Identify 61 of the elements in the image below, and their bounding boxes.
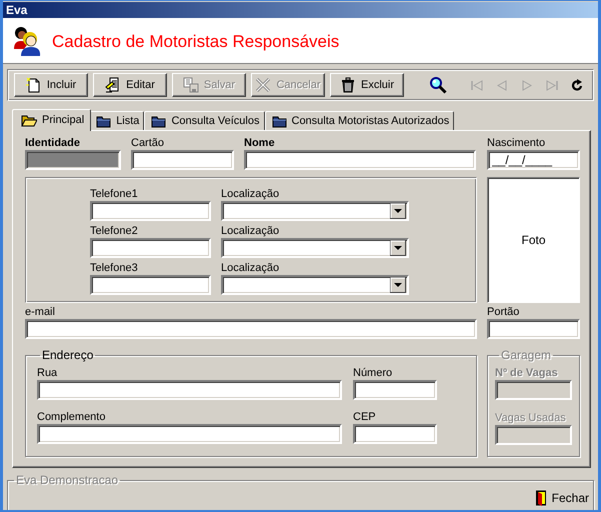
gate-field[interactable] (487, 319, 580, 339)
field-label: Localização (221, 262, 280, 275)
dropdown-arrow-icon[interactable] (390, 240, 406, 256)
add-button[interactable]: Incluir (14, 73, 88, 97)
location-dropdown[interactable] (221, 238, 409, 258)
field-label: Localização (221, 225, 280, 238)
group-title: Eva Demonstracao (15, 474, 120, 487)
tab[interactable]: Principal (12, 109, 92, 131)
new-document-icon[interactable] (26, 77, 42, 93)
trash-can-icon[interactable] (340, 77, 356, 93)
group-title: Garagem (500, 349, 552, 362)
field-label: Nascimento (487, 137, 546, 150)
group-title: Endereço (41, 349, 94, 362)
name-field[interactable] (244, 150, 476, 170)
people-icon (11, 24, 43, 56)
tab[interactable]: Consulta Motoristas Autorizados (264, 111, 454, 130)
form-title: Cadastro de Motoristas Responsáveis (52, 32, 340, 52)
delete-button[interactable]: Excluir (330, 73, 404, 97)
dropdown-arrow-icon[interactable] (390, 277, 406, 293)
complement-field[interactable] (37, 424, 342, 444)
phone-field[interactable] (90, 238, 211, 258)
field-label: Telefone3 (90, 262, 138, 275)
field-label: Identidade (25, 137, 80, 150)
card-field[interactable] (131, 150, 234, 170)
dropdown-arrow-icon[interactable] (390, 203, 406, 219)
field-label: Número (353, 367, 392, 380)
birth-date-field[interactable]: __/__/____ (487, 150, 580, 170)
field-label: CEP (353, 411, 376, 424)
field-label: e-mail (25, 306, 55, 319)
tab[interactable]: Lista (89, 111, 144, 130)
field-label: Telefone1 (90, 188, 138, 201)
window-title: Eva (3, 2, 598, 18)
field-label: Portão (487, 306, 520, 319)
email-field[interactable] (25, 319, 477, 339)
refresh-icon[interactable] (570, 78, 584, 92)
open-folder-icon (21, 113, 37, 127)
location-dropdown[interactable] (221, 201, 409, 221)
edit-document-icon[interactable] (105, 77, 122, 93)
close-button[interactable]: Fechar (532, 488, 591, 508)
field-label: Telefone2 (90, 225, 138, 238)
tab[interactable]: Consulta Veículos (144, 111, 264, 130)
folder-icon (96, 114, 112, 128)
folder-icon (151, 114, 166, 128)
field-label: Cartão (131, 137, 164, 150)
number-field[interactable] (353, 380, 437, 400)
street-field[interactable] (37, 380, 342, 400)
photo-label: Foto (521, 233, 546, 247)
phone-field[interactable] (90, 201, 211, 221)
field-label: Nome (244, 137, 275, 150)
zip-code-field[interactable] (353, 424, 437, 444)
edit-button[interactable]: Editar (93, 73, 167, 97)
door-icon[interactable] (534, 490, 547, 506)
folder-icon (272, 114, 286, 128)
search-icon[interactable] (429, 76, 447, 94)
field-label: Localização (221, 188, 280, 201)
field-label: Complemento (37, 411, 106, 424)
location-dropdown[interactable] (221, 275, 409, 295)
phone-field[interactable] (90, 275, 211, 295)
field-label: Nº de Vagas (495, 367, 558, 380)
field-label: Vagas Usadas (495, 412, 566, 425)
field-label: Rua (37, 367, 58, 380)
